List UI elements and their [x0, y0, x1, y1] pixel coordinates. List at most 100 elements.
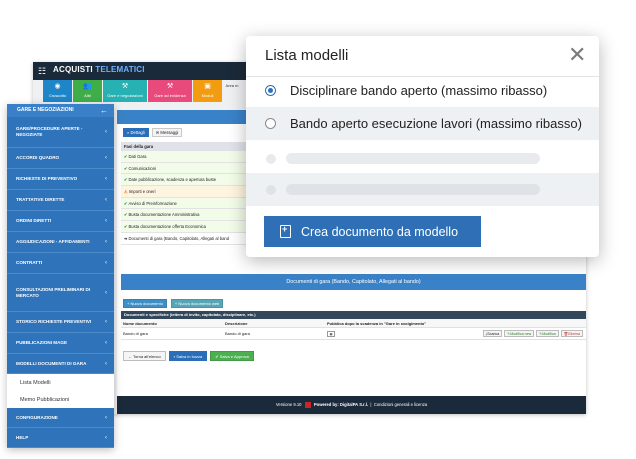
sidebar-item[interactable]: STORICO RICHIESTE PREVENTIVI ‹	[7, 312, 114, 333]
checklist-row[interactable]: ⚠Importi e oneri	[121, 186, 251, 198]
placeholder-dot	[266, 153, 276, 164]
checklist-row[interactable]: ✔Avviso di Preinformazione	[121, 197, 251, 210]
sidebar-item-label: AGGIUDICAZIONI - AFFIDAMENTI	[16, 239, 90, 244]
checklist-header: Fasi della gara	[121, 142, 251, 151]
sidebar-item[interactable]: HELP ‹	[7, 428, 114, 448]
template-option-label: Disciplinare bando aperto (massimo ribas…	[290, 83, 548, 98]
radio-unchecked[interactable]	[265, 118, 276, 129]
sidebar-item-label: CONSULTAZIONI PRELIMINARI DI MERCATO	[16, 286, 91, 298]
chevron-left-icon: ‹	[105, 239, 107, 245]
docs-section-title: Documenti di gara (Bando, Capitolato, Al…	[121, 274, 586, 290]
sidebar-item[interactable]: MODELLI DOCUMENTI DI GARA ‹	[7, 354, 114, 374]
create-document-button[interactable]: Crea documento da modello	[264, 216, 481, 247]
placeholder-bar	[286, 153, 540, 164]
check-icon: ✔	[124, 212, 128, 218]
sidebar-subitem[interactable]: Lista Modelli	[7, 374, 114, 391]
table-row: Bando di gara Bando di gara ▦ ⤓Scarica ✎…	[121, 328, 586, 340]
checklist-row[interactable]: ➔Documenti di gara (Bando, Capitolato, A…	[121, 232, 251, 245]
search-icon: ⌕	[127, 130, 130, 135]
checklist-row[interactable]: ✔Dati Gara	[121, 151, 251, 163]
new-web-document-button[interactable]: + Nuovo documento web	[170, 299, 224, 308]
delete-button[interactable]: 🗑Elimina	[560, 330, 583, 337]
edit-new-button[interactable]: ✎Modifica new	[504, 330, 535, 337]
placeholder-option	[246, 142, 599, 175]
document-name: Bando di gara	[123, 331, 148, 336]
sidebar-item[interactable]: AGGIUDICAZIONI - AFFIDAMENTI ‹	[7, 232, 114, 253]
save-approve-button[interactable]: ✔ Salva e Approva	[210, 351, 254, 361]
brand-logo-icon	[304, 401, 311, 408]
version-text: Versione 9.10	[275, 402, 302, 407]
chevron-left-icon: ‹	[105, 197, 107, 203]
chevron-left-icon: ‹	[105, 155, 107, 161]
arrow-left-icon[interactable]: ←	[100, 104, 108, 117]
sidebar-item[interactable]: CONSULTAZIONI PRELIMINARI DI MERCATO ‹	[7, 274, 114, 312]
mail-icon: ✉	[155, 130, 160, 135]
chevron-left-icon: ‹	[105, 434, 107, 441]
placeholder-dot	[266, 184, 276, 195]
checklist-label: Documenti di gara (Bando, Capitolato, Al…	[128, 235, 230, 241]
detail-tabs: ⌕ Dettagli ✉ Messaggi	[123, 128, 183, 137]
placeholder-option	[246, 173, 599, 206]
sidebar-item[interactable]: GARE/PROCEDURE APERTE - NEGOZIATE ‹	[7, 117, 114, 148]
check-icon: ✔	[215, 354, 219, 359]
checklist-label: Avviso di Preinformazione	[128, 200, 177, 206]
chevron-left-icon: ‹	[105, 319, 107, 325]
check-icon: ✔	[124, 177, 128, 183]
documents-table-title: Documenti e specifiche (lettera di invit…	[121, 311, 586, 319]
arrow-right-icon: ➔	[124, 235, 128, 241]
checklist-label: Busta documentazione Amministrativa	[128, 212, 200, 218]
sidebar-item[interactable]: CONTRATTI ‹	[7, 253, 114, 274]
column-header: Pubblica dopo la scadenza in "Gare in sv…	[327, 321, 427, 326]
sidebar-item-label: ORDINI DIRETTI	[16, 218, 52, 223]
phase-checklist: Fasi della gara ✔Dati Gara ✔Comunicazioni…	[121, 142, 251, 245]
checklist-row[interactable]: ✔Busta documentazione offerta Economica	[121, 221, 251, 233]
sidebar-subitem[interactable]: Memo Pubblicazioni	[7, 391, 114, 408]
sidebar-item[interactable]: PUBBLICAZIONI MAGE ‹	[7, 333, 114, 354]
checklist-label: Busta documentazione offerta Economica	[128, 224, 206, 230]
save-draft-button[interactable]: ▪ Salva in bozza	[168, 351, 208, 361]
sidebar-item[interactable]: TRATTATIVE DIRETTE ‹	[7, 190, 114, 211]
sidebar-item[interactable]: ORDINI DIRETTI ‹	[7, 211, 114, 232]
sidebar-item-label: MODELLI DOCUMENTI DI GARA	[16, 360, 87, 366]
powered-by-text: Powered by: DigitalPA S.r.l.	[313, 402, 369, 407]
sidebar-item-label: TRATTATIVE DIRETTE	[16, 197, 65, 202]
tab-messaggi[interactable]: ✉ Messaggi	[151, 128, 183, 137]
download-button[interactable]: ⤓Scarica	[482, 330, 503, 337]
new-document-button[interactable]: + Nuovo documento	[123, 299, 167, 308]
checklist-label: Dati Gara	[128, 154, 147, 159]
template-option-1[interactable]: Disciplinare bando aperto (massimo ribas…	[246, 74, 599, 107]
sidebar-item-label: GARE/PROCEDURE APERTE - NEGOZIATE	[16, 126, 83, 137]
radio-checked[interactable]	[265, 85, 276, 96]
template-list-modal: Lista modelli ✕ Disciplinare bando apert…	[246, 36, 599, 257]
chevron-left-icon: ‹	[105, 414, 107, 421]
placeholder-bar	[286, 184, 540, 195]
checklist-row[interactable]: ✔Comunicazioni	[121, 162, 251, 175]
document-description: Bando di gara	[225, 331, 250, 336]
sidebar-item-label: RICHIESTE DI PREVENTIVO	[16, 176, 78, 181]
sidebar-item-label: ACCORDI QUADRO	[16, 155, 60, 160]
warning-icon: ⚠	[124, 189, 128, 195]
sidebar-item[interactable]: RICHIESTE DI PREVENTIVO ‹	[7, 169, 114, 190]
back-to-list-button[interactable]: ← Torna all'elenco	[123, 351, 166, 361]
documents-table-header: Nome documento Descrizione Pubblica dopo…	[121, 319, 586, 328]
chevron-left-icon: ‹	[105, 360, 107, 367]
save-icon: ▪	[173, 354, 176, 359]
tab-dettagli[interactable]: ⌕ Dettagli	[123, 128, 149, 137]
form-actions: ← Torna all'elenco ▪ Salva in bozza ✔ Sa…	[123, 351, 254, 361]
chevron-left-icon: ‹	[105, 129, 107, 135]
license-link[interactable]: Condizioni generali e licenza	[374, 402, 427, 407]
checklist-row[interactable]: ✔Busta documentazione Amministrativa	[121, 209, 251, 222]
check-icon: ✔	[124, 200, 128, 206]
close-icon[interactable]: ✕	[568, 43, 586, 67]
create-document-label: Crea documento da modello	[301, 224, 459, 239]
edit-button[interactable]: ✎Modifica	[536, 330, 559, 337]
sidebar-item[interactable]: CONFIGURAZIONE ‹	[7, 408, 114, 428]
checklist-row[interactable]: ✔Date pubblicazione, scadenza e apertura…	[121, 174, 251, 187]
sidebar-menu: GARE E NEGOZIAZIONI ← GARE/PROCEDURE APE…	[7, 104, 114, 448]
sidebar-item[interactable]: ACCORDI QUADRO ‹	[7, 148, 114, 169]
chevron-left-icon: ‹	[105, 260, 107, 266]
document-add-icon	[280, 224, 291, 238]
template-option-2[interactable]: Bando aperto esecuzione lavori (massimo …	[246, 107, 599, 140]
calendar-icon[interactable]: ▦	[327, 331, 335, 337]
screen: ☷ ACQUISTI TELEMATICI ◉ Cruscotto 👥 Albi ⚒ Ga…	[0, 0, 636, 459]
